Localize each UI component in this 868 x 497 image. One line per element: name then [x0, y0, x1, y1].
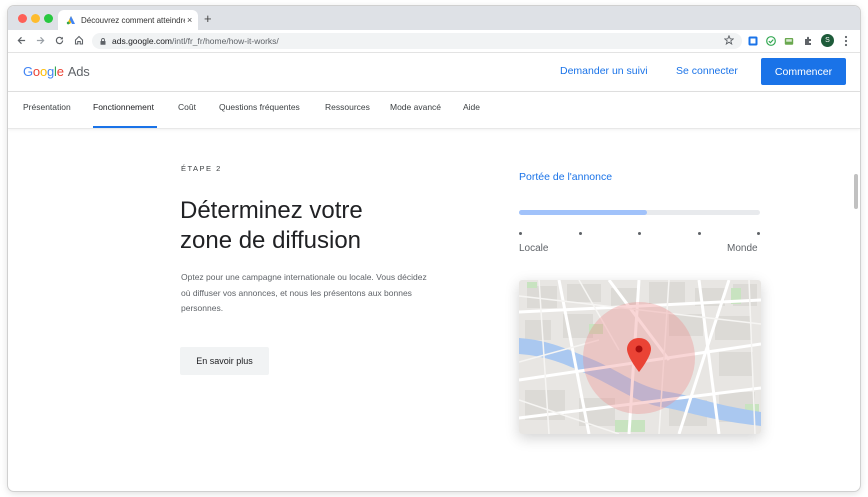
learn-more-button[interactable]: En savoir plus	[180, 347, 269, 375]
tab-title: Découvrez comment atteindre	[81, 15, 185, 25]
reach-slider-fill	[519, 210, 647, 215]
site-header: Google Ads Demander un suivi Se connecter…	[8, 53, 860, 92]
request-followup-link[interactable]: Demander un suivi	[560, 65, 648, 77]
browser-tab[interactable]: Découvrez comment atteindre ×	[58, 10, 198, 30]
url-path: /intl/fr_fr/home/how-it-works/	[172, 36, 279, 46]
home-icon[interactable]	[74, 35, 84, 45]
browser-menu-icon[interactable]	[844, 35, 848, 47]
reach-tick	[697, 232, 701, 235]
login-link[interactable]: Se connecter	[676, 65, 738, 77]
logo-letter: e	[56, 64, 64, 79]
title-bar: Découvrez comment atteindre × +	[8, 6, 860, 30]
logo-letter: o	[39, 64, 47, 79]
back-arrow-icon[interactable]	[17, 36, 26, 45]
section-heading: Déterminez votre zone de diffusion	[180, 196, 440, 256]
maximize-window-button[interactable]	[44, 14, 53, 23]
url-text: ads.google.com/intl/fr_fr/home/how-it-wo…	[112, 36, 279, 46]
heading-line: zone de diffusion	[180, 227, 362, 254]
reach-tick	[578, 232, 582, 235]
map-image	[519, 280, 761, 434]
inbox-extension-icon[interactable]	[784, 36, 794, 46]
logo-suffix: Ads	[67, 64, 90, 79]
logo-letter: o	[32, 64, 40, 79]
bookmark-star-icon[interactable]	[724, 35, 734, 45]
tab-aide[interactable]: Aide	[463, 102, 480, 112]
minimize-window-button[interactable]	[31, 14, 40, 23]
reach-tick	[757, 232, 760, 235]
forward-arrow-icon[interactable]	[36, 36, 45, 45]
profile-avatar[interactable]: S	[821, 34, 834, 47]
browser-toolbar: ads.google.com/intl/fr_fr/home/how-it-wo…	[8, 30, 860, 53]
google-ads-favicon-icon	[66, 16, 75, 25]
browser-window: Découvrez comment atteindre × + ads.goog…	[8, 6, 860, 491]
reach-slider[interactable]	[519, 210, 760, 215]
puzzle-extensions-icon[interactable]	[803, 36, 813, 46]
address-bar[interactable]: ads.google.com/intl/fr_fr/home/how-it-wo…	[92, 33, 742, 49]
reload-icon[interactable]	[55, 36, 64, 45]
lock-icon	[100, 37, 106, 45]
close-window-button[interactable]	[18, 14, 27, 23]
logo-letter: g	[46, 64, 55, 79]
heading-line: Déterminez votre	[180, 197, 363, 224]
google-ads-logo[interactable]: Google Ads	[23, 64, 90, 79]
tab-cout[interactable]: Coût	[178, 102, 196, 112]
reach-min-label: Locale	[519, 243, 549, 254]
start-button[interactable]: Commencer	[761, 58, 846, 85]
tab-mode-avance[interactable]: Mode avancé	[390, 102, 441, 112]
new-tab-button[interactable]: +	[204, 11, 212, 26]
reach-title: Portée de l'annonce	[519, 171, 613, 183]
url-domain: ads.google.com	[112, 36, 173, 46]
reach-max-label: Monde	[727, 243, 758, 254]
check-extension-icon[interactable]	[766, 36, 776, 46]
tab-presentation[interactable]: Présentation	[23, 102, 71, 112]
screen-capture-extension-icon[interactable]	[748, 36, 758, 46]
section-nav: Présentation Fonctionnement Coût Questio…	[8, 92, 860, 129]
reach-tick	[519, 232, 522, 235]
tab-close-icon[interactable]: ×	[187, 15, 192, 25]
reach-tick	[638, 232, 641, 235]
tab-questions[interactable]: Questions fréquentes	[219, 102, 300, 112]
scrollbar-thumb[interactable]	[854, 174, 858, 209]
step-label: ÉTAPE 2	[181, 164, 222, 173]
active-tab-indicator	[93, 126, 157, 128]
logo-letter: G	[23, 64, 33, 79]
tab-ressources[interactable]: Ressources	[325, 102, 370, 112]
section-description: Optez pour une campagne internationale o…	[181, 272, 427, 313]
tab-fonctionnement[interactable]: Fonctionnement	[93, 102, 154, 112]
